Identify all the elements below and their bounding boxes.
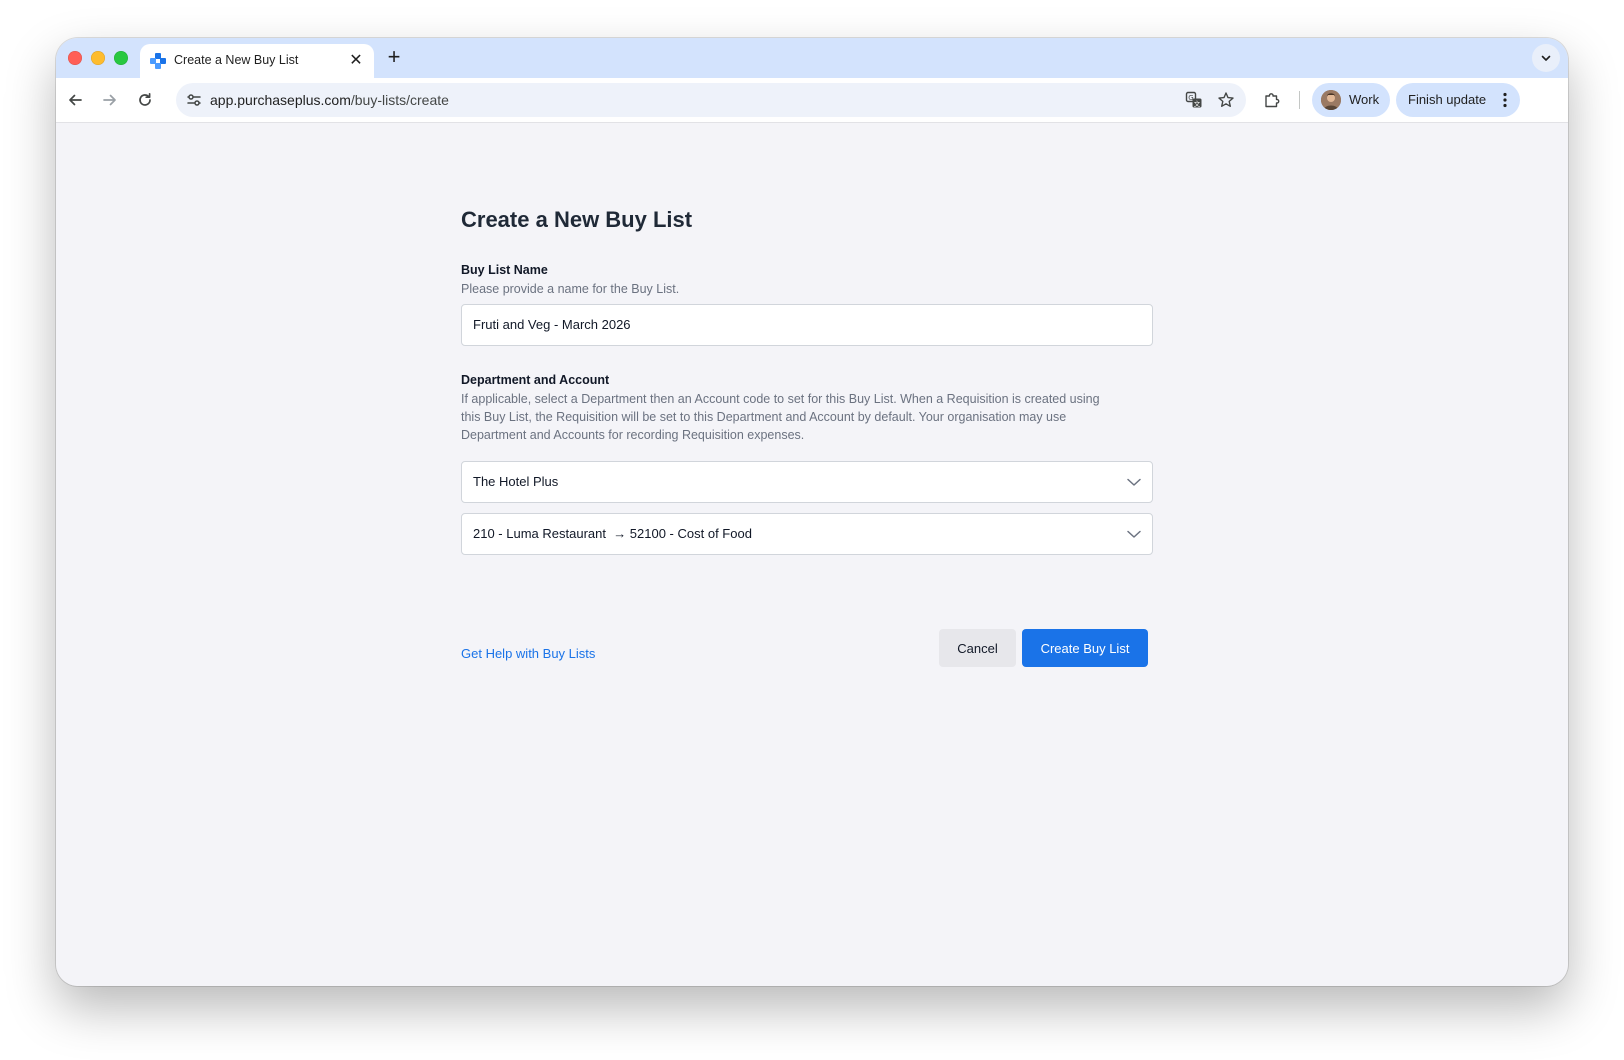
avatar	[1321, 90, 1341, 110]
puzzle-icon	[1265, 93, 1280, 108]
reload-button[interactable]	[131, 86, 159, 114]
site-info-button[interactable]	[182, 88, 206, 112]
buy-list-name-value: Fruti and Veg - March 2026	[473, 317, 631, 332]
page-title: Create a New Buy List	[461, 207, 693, 232]
department-account-label: Department and Account	[461, 373, 610, 387]
buy-list-name-help: Please provide a name for the Buy List.	[461, 282, 680, 296]
url-text: app.purchaseplus.com/buy-lists/create	[210, 92, 449, 108]
create-buy-list-button[interactable]: Create Buy List	[1022, 629, 1148, 667]
buy-list-name-input[interactable]: Fruti and Veg - March 2026	[461, 304, 1153, 346]
svg-text:文: 文	[1194, 99, 1201, 108]
department-select[interactable]: The Hotel Plus	[461, 461, 1153, 503]
account-select[interactable]: 210 - Luma Restaurant → 52100 - Cost of …	[461, 513, 1153, 555]
chevron-down-icon	[1127, 478, 1141, 486]
arrow-left-icon	[69, 94, 82, 106]
close-window-button[interactable]	[68, 51, 82, 65]
chevron-down-icon	[1541, 55, 1551, 61]
page-content: Create a New Buy List Buy List Name Plea…	[56, 123, 1568, 986]
buy-list-name-label: Buy List Name	[461, 263, 548, 277]
reload-icon	[139, 92, 151, 106]
translate-button[interactable]: G 文	[1182, 88, 1206, 112]
finish-update-button[interactable]: Finish update	[1396, 83, 1520, 117]
arrow-right-icon	[103, 94, 116, 106]
url-path: /buy-lists/create	[350, 92, 449, 108]
address-bar[interactable]: app.purchaseplus.com/buy-lists/create G …	[176, 83, 1246, 117]
profile-button[interactable]: Work	[1312, 83, 1390, 117]
tab-active[interactable]: Create a New Buy List ✕	[140, 44, 374, 78]
help-line: If applicable, select a Department then …	[461, 392, 1100, 406]
kebab-icon[interactable]	[1498, 90, 1512, 110]
forward-button[interactable]	[96, 86, 124, 114]
url-host: app.purchaseplus.com	[210, 92, 351, 108]
translate-icon: G 文	[1185, 91, 1202, 108]
tab-search-button[interactable]	[1532, 44, 1560, 72]
chevron-down-icon	[1127, 530, 1141, 538]
profile-label: Work	[1349, 92, 1380, 107]
finish-update-label: Finish update	[1408, 92, 1487, 107]
browser-window: Create a New Buy List ✕ + app.purchasepl…	[56, 38, 1568, 986]
tune-icon	[187, 94, 201, 106]
account-value: 210 - Luma Restaurant → 52100 - Cost of …	[473, 526, 752, 541]
cancel-button[interactable]: Cancel	[939, 629, 1016, 667]
browser-toolbar: app.purchaseplus.com/buy-lists/create G …	[56, 78, 1568, 123]
extensions-button[interactable]	[1258, 86, 1286, 114]
purchaseplus-logo-icon	[150, 53, 166, 69]
tab-title: Create a New Buy List	[174, 53, 299, 67]
back-button[interactable]	[61, 86, 89, 114]
department-value: The Hotel Plus	[473, 474, 559, 489]
new-tab-button[interactable]: +	[382, 46, 406, 70]
close-tab-icon[interactable]: ✕	[346, 51, 366, 71]
bookmark-button[interactable]	[1214, 88, 1238, 112]
toolbar-divider	[1299, 91, 1300, 109]
star-icon	[1218, 92, 1234, 107]
help-line: this Buy List, the Requisition will be s…	[461, 410, 1067, 424]
get-help-link[interactable]: Get Help with Buy Lists	[461, 646, 595, 661]
maximize-window-button[interactable]	[114, 51, 128, 65]
tab-strip: Create a New Buy List ✕ +	[56, 38, 1568, 78]
minimize-window-button[interactable]	[91, 51, 105, 65]
department-account-help: If applicable, select a Department then …	[461, 390, 1153, 444]
help-line: Department and Accounts for recording Re…	[461, 428, 805, 442]
